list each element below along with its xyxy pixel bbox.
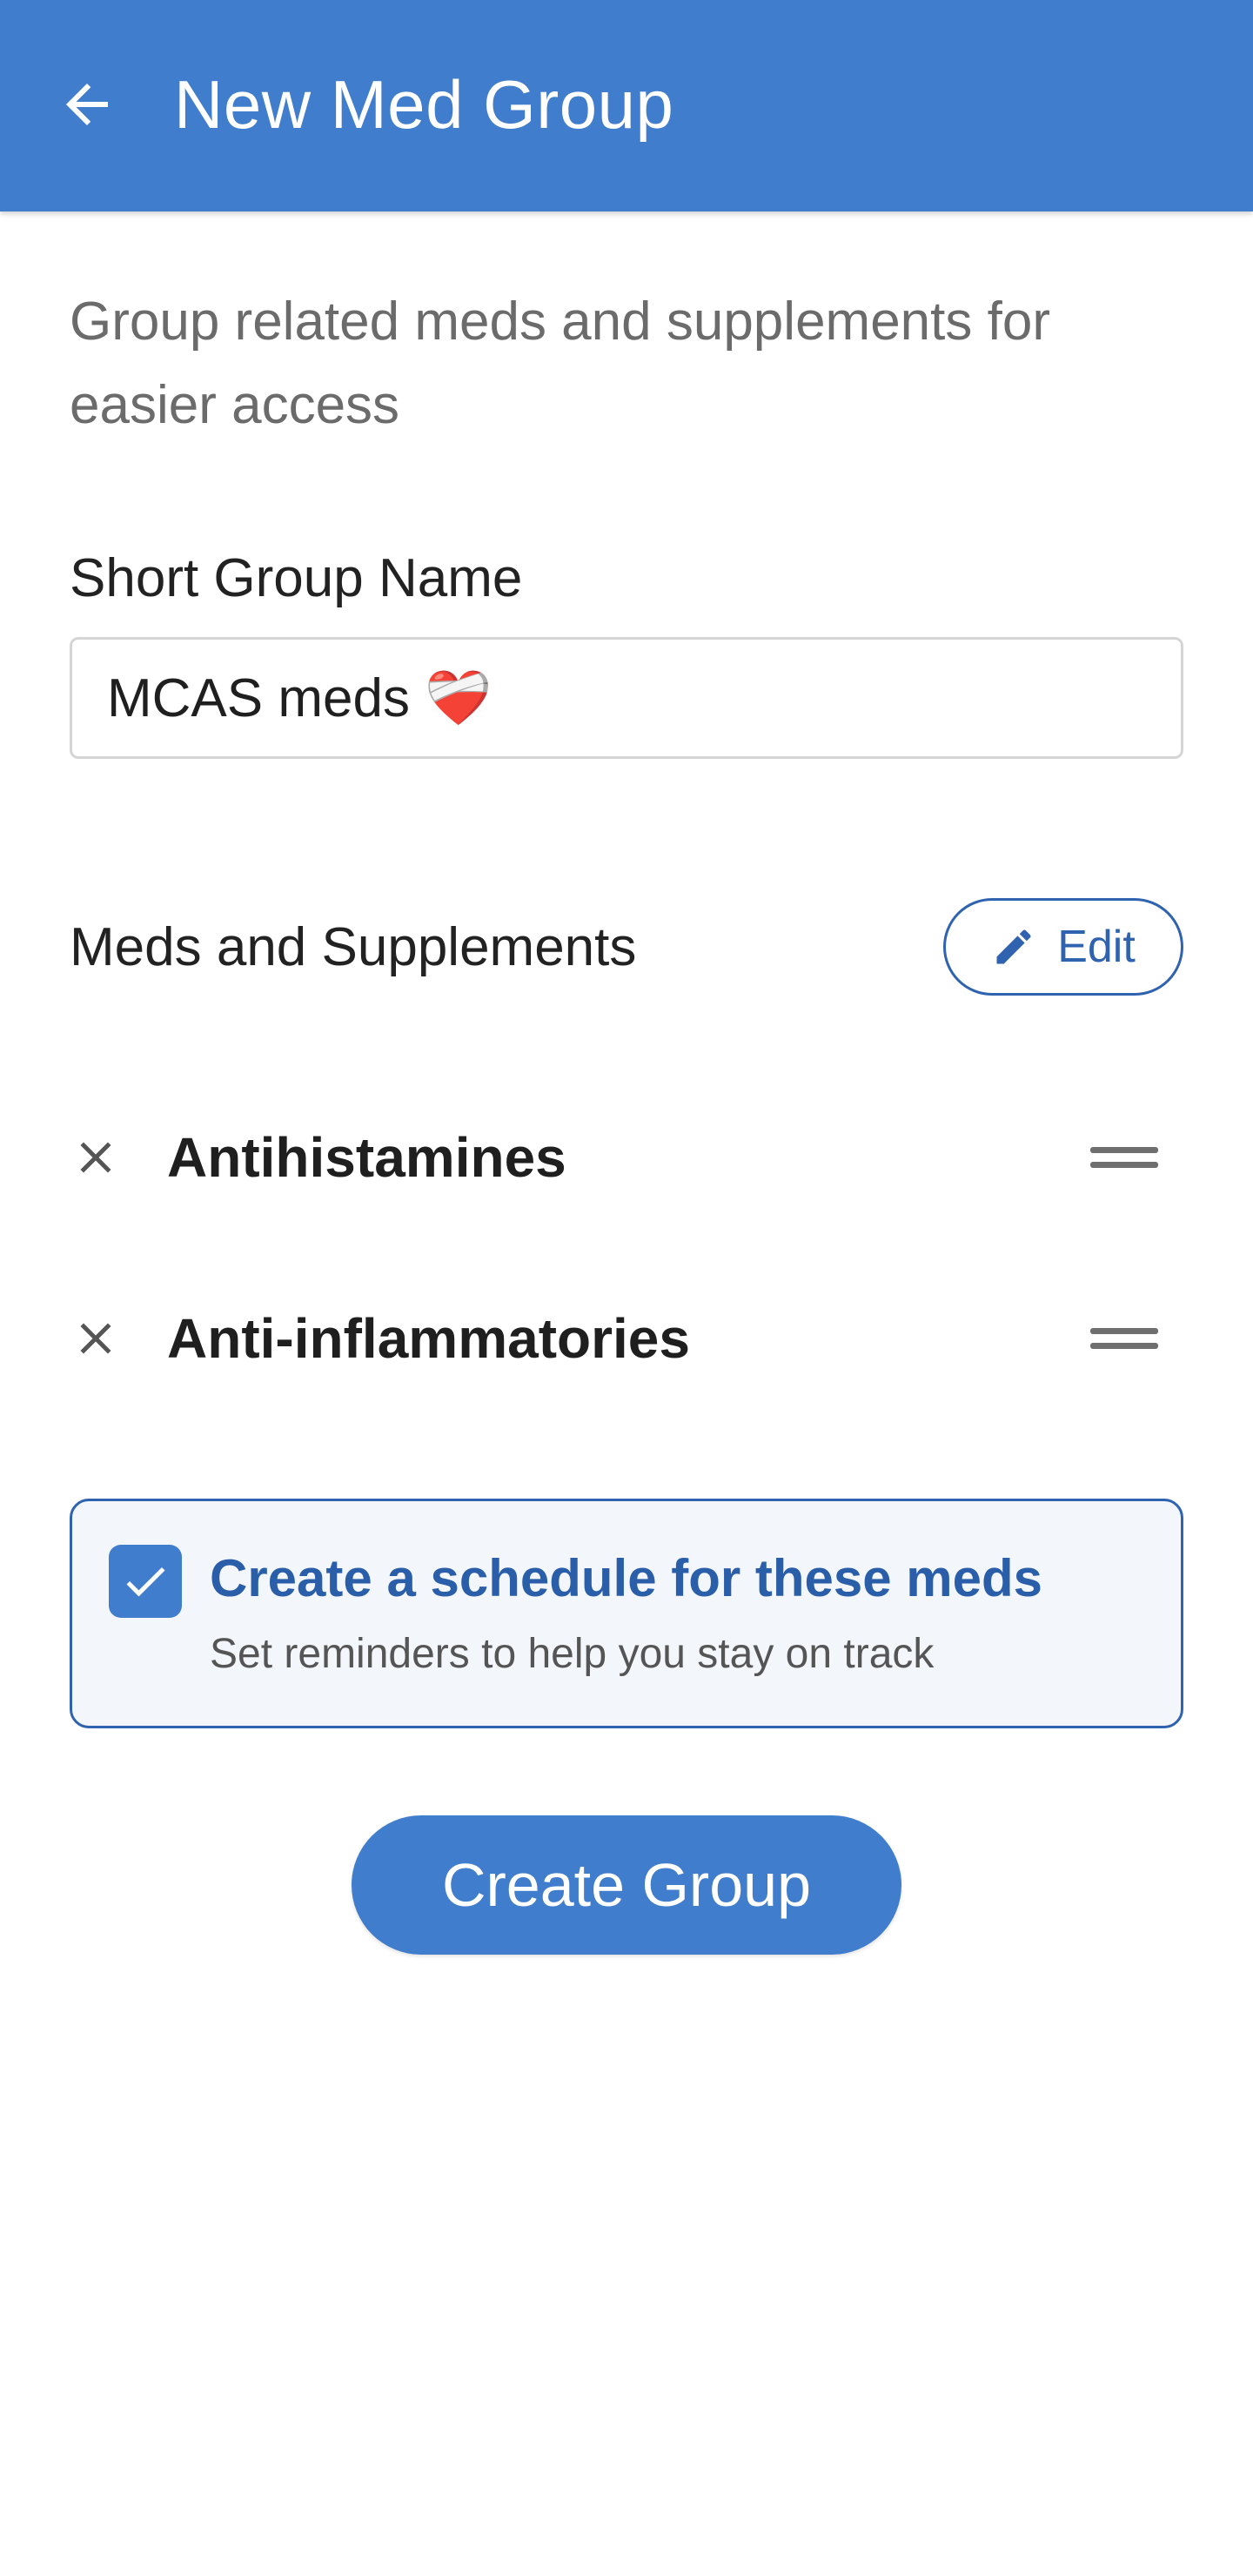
group-name-input[interactable]	[70, 637, 1183, 759]
checkmark-icon	[126, 1566, 165, 1597]
page-description: Group related meds and supplements for e…	[70, 292, 1050, 435]
group-name-label: Short Group Name	[70, 548, 523, 608]
schedule-checkbox[interactable]	[109, 1545, 182, 1618]
page-title: New Med Group	[174, 66, 674, 143]
app-bar: New Med Group	[0, 0, 1253, 211]
close-icon	[80, 1142, 111, 1173]
close-icon	[80, 1323, 111, 1354]
med-name: Anti-inflammatories	[167, 1307, 690, 1370]
arrow-left-icon	[66, 84, 108, 125]
drag-handle[interactable]	[1079, 1123, 1169, 1192]
drag-handle-icon	[1090, 1147, 1158, 1168]
remove-button[interactable]	[61, 1304, 131, 1373]
med-name: Antihistamines	[167, 1126, 566, 1189]
list-item: Antihistamines	[0, 1097, 1253, 1218]
back-button[interactable]	[45, 63, 129, 146]
edit-button[interactable]: Edit	[943, 898, 1183, 996]
edit-button-label: Edit	[1057, 922, 1136, 972]
schedule-subtitle: Set reminders to help you stay on track	[210, 1631, 935, 1677]
schedule-title: Create a schedule for these meds	[210, 1549, 1043, 1607]
schedule-option-card[interactable]: Create a schedule for these meds Set rem…	[70, 1499, 1183, 1728]
remove-button[interactable]	[61, 1123, 131, 1192]
create-group-button[interactable]: Create Group	[352, 1815, 901, 1955]
drag-handle[interactable]	[1079, 1304, 1169, 1373]
meds-section-title: Meds and Supplements	[70, 917, 637, 977]
drag-handle-icon	[1090, 1328, 1158, 1349]
pencil-icon	[996, 929, 1031, 964]
list-item: Anti-inflammatories	[0, 1278, 1253, 1399]
